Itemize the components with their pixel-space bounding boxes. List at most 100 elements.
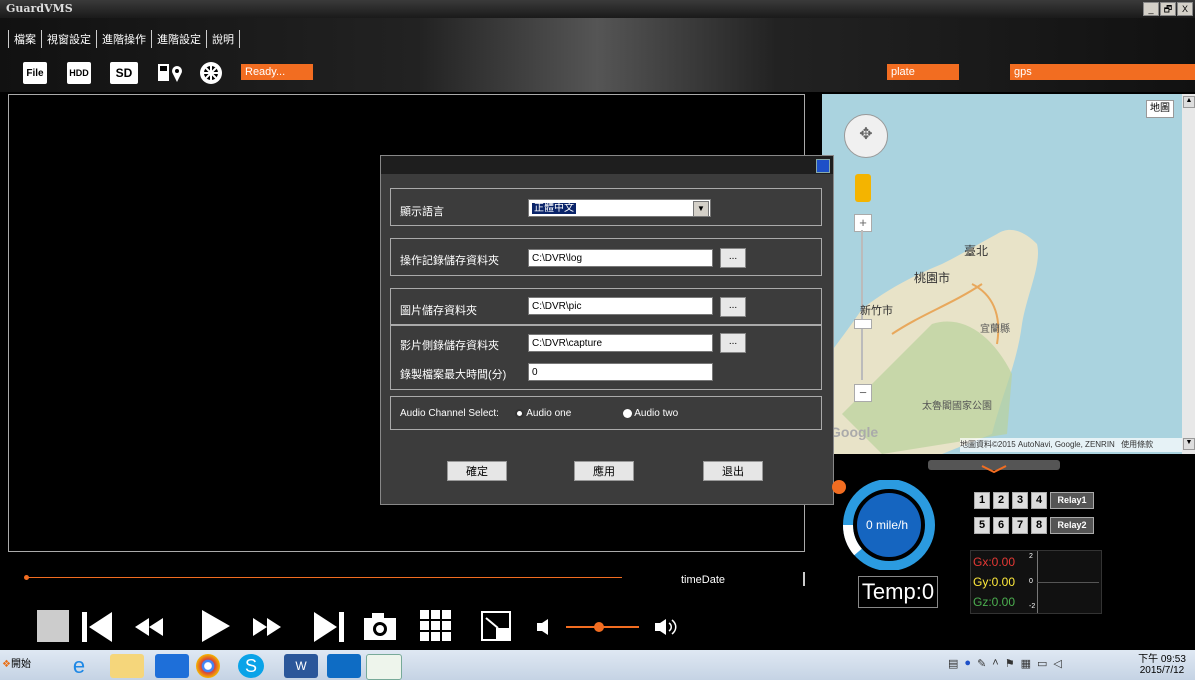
menu-advanced-ops[interactable]: 進階操作 <box>97 30 152 48</box>
monitor-tray-icon[interactable]: ▭ <box>1037 657 1047 675</box>
timeline-thumb[interactable] <box>24 575 29 580</box>
scroll-down-icon[interactable]: ▼ <box>1183 438 1195 450</box>
map-attribution: 地圖資料©2015 AutoNavi, Google, ZENRIN 使用條款 <box>960 438 1182 452</box>
video-browse-button[interactable]: ... <box>720 333 746 353</box>
ie-icon[interactable]: e <box>62 654 96 678</box>
next-icon[interactable] <box>312 610 346 644</box>
menu-bar: 檔案 視窗設定 進階操作 進階設定 說明 <box>8 30 240 48</box>
guardvms-taskbar-icon[interactable] <box>366 654 402 680</box>
volume-thumb[interactable] <box>593 622 604 632</box>
word-icon[interactable]: W <box>284 654 318 678</box>
relay-1-button[interactable]: Relay1 <box>1050 492 1094 509</box>
video-path-field[interactable]: C:\DVR\capture <box>528 334 713 352</box>
pic-browse-button[interactable]: ... <box>720 297 746 317</box>
start-button[interactable]: ❖開始 <box>2 654 44 676</box>
channel-6-button[interactable]: 6 <box>993 517 1009 534</box>
plate-field: plate <box>887 64 959 80</box>
zoom-out-button[interactable]: − <box>854 384 872 402</box>
audio-one-radio[interactable]: Audio one <box>515 408 571 419</box>
log-label: 操作記錄儲存資料夾 <box>400 255 499 267</box>
pegman-icon[interactable] <box>855 174 871 202</box>
pan-control-icon[interactable]: ✥ <box>844 114 888 158</box>
audio-group: Audio Channel Select: Audio one Audio tw… <box>390 396 822 430</box>
prev-icon[interactable] <box>80 610 114 644</box>
minimize-button[interactable]: _ <box>1143 2 1159 16</box>
audio-label: Audio Channel Select: <box>400 408 499 419</box>
skype-icon[interactable]: S <box>238 654 264 678</box>
gsensor-panel: Gx:0.00 Gy:0.00 Gz:0.00 2 0 -2 <box>970 550 1102 614</box>
play-icon[interactable] <box>200 608 232 644</box>
language-value: 正體中文 <box>532 203 576 214</box>
gz-readout: Gz:0.00 <box>973 595 1016 609</box>
scroll-up-icon[interactable]: ▲ <box>1183 96 1195 108</box>
channel-2-button[interactable]: 2 <box>993 492 1009 509</box>
time-date-label: timeDate <box>681 574 726 586</box>
pen-tray-icon[interactable]: ✎ <box>977 657 986 675</box>
pic-path-field[interactable]: C:\DVR\pic <box>528 297 713 315</box>
panel-toggle[interactable] <box>928 460 1060 474</box>
clock[interactable]: 下午 09:53 2015/7/12 <box>1132 654 1192 676</box>
channel-7-button[interactable]: 7 <box>1012 517 1028 534</box>
fast-forward-icon[interactable] <box>251 616 285 638</box>
camera-icon[interactable] <box>362 612 398 642</box>
sd-icon[interactable]: SD <box>110 62 138 84</box>
apply-button[interactable]: 應用 <box>574 461 634 481</box>
grid-view-icon[interactable] <box>418 608 454 644</box>
menu-help[interactable]: 說明 <box>207 30 240 48</box>
menu-file[interactable]: 檔案 <box>8 30 42 48</box>
zoom-in-button[interactable]: + <box>854 214 872 232</box>
outlook-icon[interactable] <box>155 654 189 678</box>
help-tray-icon[interactable]: ● <box>964 657 971 675</box>
gy-readout: Gy:0.00 <box>973 575 1016 589</box>
channel-8-button[interactable]: 8 <box>1031 517 1047 534</box>
maxtime-label: 錄製檔案最大時間(分) <box>400 369 507 381</box>
channel-3-button[interactable]: 3 <box>1012 492 1028 509</box>
menu-advanced-settings[interactable]: 進階設定 <box>152 30 207 48</box>
wheel-icon[interactable] <box>199 62 223 84</box>
close-button[interactable]: X <box>1177 2 1193 16</box>
exit-button[interactable]: 退出 <box>703 461 763 481</box>
volume-up-icon[interactable] <box>653 618 677 636</box>
channel-1-button[interactable]: 1 <box>974 492 990 509</box>
teamviewer-icon[interactable] <box>327 654 361 678</box>
stop-icon[interactable] <box>37 610 69 642</box>
map-view[interactable]: 地圖 ✥ + − 臺北 桃園市 新竹市 宜蘭縣 太魯閣國家公園 Google 地… <box>822 94 1182 454</box>
gps-file-icon[interactable] <box>157 62 185 84</box>
maximize-button[interactable]: 🗗 <box>1160 2 1176 16</box>
log-path-field[interactable]: C:\DVR\log <box>528 249 713 267</box>
ok-button[interactable]: 確定 <box>447 461 507 481</box>
tray-expand-icon[interactable]: ˄ <box>992 657 998 675</box>
rewind-icon[interactable] <box>133 616 165 638</box>
network-tray-icon[interactable]: ▦ <box>1021 657 1031 675</box>
dialog-close-icon[interactable] <box>816 159 830 173</box>
chrome-icon[interactable] <box>196 654 220 678</box>
volume-mute-icon[interactable] <box>535 618 551 636</box>
zoom-slider-thumb[interactable] <box>854 319 872 329</box>
maxtime-field[interactable]: 0 <box>528 363 713 381</box>
channel-5-button[interactable]: 5 <box>974 517 990 534</box>
relay-2-button[interactable]: Relay2 <box>1050 517 1094 534</box>
dropdown-arrow-icon[interactable]: ▼ <box>693 201 709 217</box>
explorer-icon[interactable] <box>110 654 144 678</box>
gsensor-tick-mid: 0 <box>1029 578 1033 585</box>
file-icon[interactable]: File <box>23 62 47 84</box>
windows-logo-icon: ❖ <box>2 659 11 670</box>
language-select[interactable]: 正體中文 ▼ <box>528 199 711 217</box>
map-scrollbar[interactable]: ▲ ▼ <box>1182 94 1195 454</box>
avi-export-icon[interactable] <box>480 610 514 644</box>
channel-4-button[interactable]: 4 <box>1031 492 1047 509</box>
audio-two-label: Audio two <box>634 408 679 419</box>
status-bar: Ready... <box>241 64 313 80</box>
audio-two-radio[interactable]: Audio two <box>623 408 678 419</box>
printer-tray-icon[interactable]: ▤ <box>948 657 958 675</box>
menu-window-settings[interactable]: 視窗設定 <box>42 30 97 48</box>
log-browse-button[interactable]: ... <box>720 248 746 268</box>
flag-tray-icon[interactable]: ⚑ <box>1005 657 1015 675</box>
channel-row-1: 1 2 3 4 Relay1 <box>974 492 1094 509</box>
volume-tray-icon[interactable]: ◁ <box>1053 657 1061 675</box>
hdd-icon[interactable]: HDD <box>67 62 91 84</box>
terms-link[interactable]: 使用條款 <box>1121 440 1153 449</box>
timeline-slider[interactable] <box>26 577 622 578</box>
map-type-button[interactable]: 地圖 <box>1146 100 1174 118</box>
gx-readout: Gx:0.00 <box>973 555 1016 569</box>
